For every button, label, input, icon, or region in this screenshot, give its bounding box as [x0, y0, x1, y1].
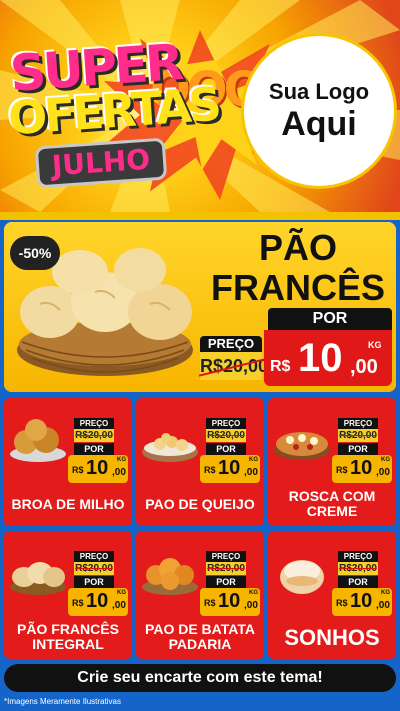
card-price-currency: R$: [204, 598, 216, 608]
featured-title: PÃO FRANCÊS: [200, 228, 396, 308]
featured-title-line2: FRANCÊS: [210, 267, 385, 308]
discount-badge: -50%: [10, 236, 60, 270]
card-price-integer: 10: [86, 457, 109, 479]
card-old-price-text: R$20,00: [207, 563, 245, 574]
card-price-currency: R$: [204, 465, 216, 475]
header-banner: OOO SUPER OFERTAS JULHO Sua Logo Aqui: [0, 0, 400, 212]
card-old-price: R$20,00: [338, 562, 378, 575]
price-currency: R$: [270, 358, 291, 375]
card-por-label: POR: [338, 443, 378, 455]
price-unit: KG: [368, 340, 382, 350]
disclaimer-text: *Imagens Meramente Ilustrativas: [4, 697, 121, 706]
logo-placeholder-line1: Sua Logo: [268, 79, 370, 104]
card-price-unit: KG: [249, 457, 258, 463]
card-product-name: SONHOS: [284, 624, 380, 650]
card-price-unit: KG: [381, 590, 390, 596]
price-integer: 10: [298, 336, 343, 380]
product-card-pao-de-queijo[interactable]: PREÇO R$20,00 POR R$ 10 ,00 KG PAO DE QU…: [136, 398, 264, 526]
featured-title-line1: PÃO: [258, 227, 337, 268]
logo-placeholder[interactable]: Sua Logo Aqui: [244, 36, 394, 186]
card-price-decimal: ,00: [112, 600, 126, 611]
card-price-decimal: ,00: [376, 600, 390, 611]
pao-de-queijo-image: [142, 433, 198, 462]
card-por-label: POR: [206, 443, 246, 455]
card-preco-label: PREÇO: [74, 418, 114, 429]
pao-integral-image: [10, 562, 66, 595]
old-price-value: R$20,00: [200, 352, 268, 380]
card-price: R$ 10 ,00 KG: [68, 588, 128, 616]
card-price-unit: KG: [381, 457, 390, 463]
card-price-integer: 10: [218, 590, 241, 612]
card-por-label: POR: [338, 576, 378, 588]
card-por-label: POR: [74, 443, 114, 455]
card-price: R$ 10 ,00 KG: [332, 588, 392, 616]
card-price: R$ 10 ,00 KG: [200, 455, 260, 483]
card-preco-label: PREÇO: [206, 551, 246, 562]
card-old-price: R$20,00: [338, 429, 378, 442]
card-price-currency: R$: [72, 465, 84, 475]
card-price: R$ 10 ,00 KG: [332, 455, 392, 483]
card-price-currency: R$: [336, 598, 348, 608]
pao-de-batata-image: [142, 558, 198, 595]
old-price-label: PREÇO: [200, 336, 262, 352]
broa-image: [10, 419, 66, 462]
card-price-unit: KG: [117, 457, 126, 463]
product-card-rosca[interactable]: PREÇO R$20,00 POR R$ 10 ,00 KG ROSCA COM…: [268, 398, 396, 526]
cta-banner[interactable]: Crie seu encarte com este tema!: [4, 664, 396, 692]
card-price-integer: 10: [350, 590, 373, 612]
card-price-decimal: ,00: [244, 467, 258, 478]
card-price-currency: R$: [336, 465, 348, 475]
old-price-text: R$20,00: [200, 352, 268, 380]
brand-title-ofertas: OFERTAS: [6, 76, 221, 146]
card-price: R$ 10 ,00 KG: [68, 455, 128, 483]
card-por-label: POR: [74, 576, 114, 588]
card-price-decimal: ,00: [244, 600, 258, 611]
card-price-unit: KG: [117, 590, 126, 596]
card-product-name: BROA DE MILHO: [11, 495, 125, 512]
card-product-name: PAO DE QUEIJO: [145, 495, 255, 512]
product-card-pao-de-batata[interactable]: PREÇO R$20,00 POR R$ 10 ,00 KG PAO DE BA…: [136, 531, 264, 659]
card-price-decimal: ,00: [112, 467, 126, 478]
card-old-price-text: R$20,00: [207, 430, 245, 441]
product-card-broa[interactable]: PREÇO R$20,00 POR R$ 10 ,00 KG BROA DE M…: [4, 398, 132, 526]
card-price-decimal: ,00: [376, 467, 390, 478]
card-old-price: R$20,00: [206, 429, 246, 442]
card-preco-label: PREÇO: [338, 551, 378, 562]
flyer-page: OOO SUPER OFERTAS JULHO Sua Logo Aqui -5…: [0, 0, 400, 711]
card-product-name: PÃO FRANCÊS INTEGRAL: [17, 621, 119, 652]
card-old-price: R$20,00: [206, 562, 246, 575]
logo-placeholder-line2: Aqui: [281, 105, 357, 143]
card-price-currency: R$: [72, 598, 84, 608]
divider-stripe: [0, 212, 400, 220]
card-price-integer: 10: [350, 457, 373, 479]
new-price-label: POR: [268, 308, 392, 330]
card-old-price: R$20,00: [74, 429, 114, 442]
card-old-price-text: R$20,00: [339, 563, 377, 574]
sonho-image: [280, 560, 324, 594]
card-por-label: POR: [206, 576, 246, 588]
card-old-price: R$20,00: [74, 562, 114, 575]
card-price-integer: 10: [86, 590, 109, 612]
card-price-unit: KG: [249, 590, 258, 596]
card-preco-label: PREÇO: [206, 418, 246, 429]
card-preco-label: PREÇO: [74, 551, 114, 562]
card-preco-label: PREÇO: [338, 418, 378, 429]
new-price-box: R$ 10 ,00 KG: [264, 330, 392, 386]
product-card-pao-frances-integral[interactable]: PREÇO R$20,00 POR R$ 10 ,00 KG PÃO FRANC…: [4, 531, 132, 659]
card-old-price-text: R$20,00: [75, 563, 113, 574]
card-old-price-text: R$20,00: [339, 430, 377, 441]
card-product-name: PAO DE BATATA PADARIA: [145, 621, 255, 652]
card-price: R$ 10 ,00 KG: [200, 588, 260, 616]
rosca-image: [274, 432, 330, 460]
price-decimal: ,00: [350, 356, 378, 378]
card-old-price-text: R$20,00: [75, 430, 113, 441]
product-card-sonhos[interactable]: PREÇO R$20,00 POR R$ 10 ,00 KG SONHOS: [268, 531, 396, 659]
card-price-integer: 10: [218, 457, 241, 479]
card-product-name: ROSCA COM CREME: [288, 488, 376, 519]
